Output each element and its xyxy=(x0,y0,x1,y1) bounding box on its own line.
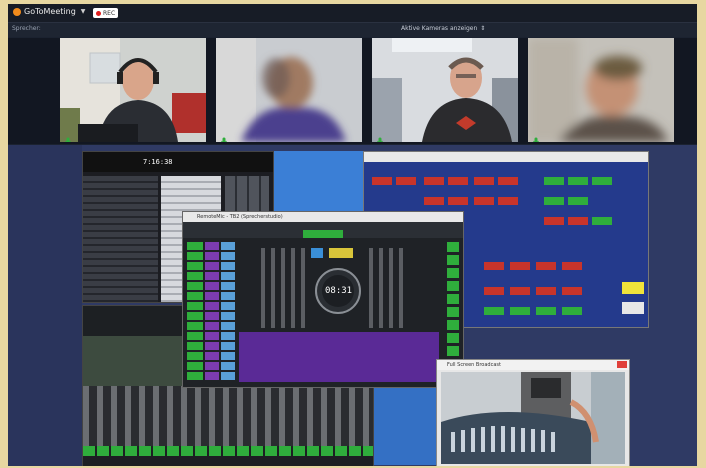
mixer-faders xyxy=(83,386,373,446)
webcam-video xyxy=(216,38,362,142)
recording-badge[interactable]: REC xyxy=(93,8,119,18)
webcam-video xyxy=(60,38,206,142)
remotemic-titlebar: RemoteMic - TB2 (Sprecherstudio) xyxy=(183,212,463,222)
microphone-icon xyxy=(376,130,384,142)
fader-bank xyxy=(369,248,409,328)
chevron-down-icon: ▼ xyxy=(80,8,86,15)
preview-video xyxy=(441,372,625,464)
top-bar: GoToMeeting ▼ REC xyxy=(8,4,697,23)
console-header xyxy=(83,152,273,172)
channel-strip xyxy=(205,242,219,382)
talk-button[interactable] xyxy=(311,248,323,258)
shared-screen[interactable]: 7:16:38 RemoteMic - TB2 (Sprecherstudio)… xyxy=(8,145,697,466)
speaker-bar: Sprecher: Aktive Kameras anzeigen ⇕ xyxy=(8,23,697,37)
webcam-strip xyxy=(8,38,697,144)
webcam-video xyxy=(372,38,518,142)
microphone-icon xyxy=(64,130,72,142)
console-clock: 7:16:38 xyxy=(143,158,173,166)
channel-strip xyxy=(187,242,203,382)
chevron-updown-icon: ⇕ xyxy=(480,25,486,32)
fader-bank xyxy=(261,248,305,328)
remotemic-title: RemoteMic - TB2 (Sprecherstudio) xyxy=(197,214,283,220)
talkback-clock: 08:31 xyxy=(325,286,353,296)
console-keypad xyxy=(225,176,269,216)
microphone-icon xyxy=(532,130,540,142)
microphone-icon xyxy=(220,130,228,142)
preview-title: Full Screen Broadcast xyxy=(447,362,501,368)
app-name: GoToMeeting xyxy=(24,7,76,16)
talk-button[interactable] xyxy=(329,248,353,258)
recording-label: REC xyxy=(103,9,116,17)
camera-select-label: Aktive Kameras anzeigen xyxy=(401,25,478,32)
preview-window[interactable]: Full Screen Broadcast xyxy=(436,359,630,466)
webcam-tile[interactable] xyxy=(216,38,362,142)
desktop-background xyxy=(8,145,82,466)
button-grid-titlebar xyxy=(364,152,648,162)
gotomeeting-logo-icon xyxy=(13,7,21,16)
camera-select[interactable]: Aktive Kameras anzeigen ⇕ xyxy=(401,25,485,32)
message-area xyxy=(239,332,439,382)
speaker-label: Sprecher: xyxy=(12,25,41,32)
mixer-channel-buttons xyxy=(83,446,373,456)
remotemic-window[interactable]: RemoteMic - TB2 (Sprecherstudio) 08:31 xyxy=(182,211,464,388)
app-menu[interactable]: GoToMeeting ▼ xyxy=(13,7,85,16)
record-dot-icon xyxy=(96,10,101,16)
channel-strip xyxy=(221,242,235,382)
app-window: GoToMeeting ▼ REC Sprecher: Aktive Kamer… xyxy=(8,4,697,466)
preview-titlebar: Full Screen Broadcast xyxy=(437,360,629,370)
close-icon[interactable] xyxy=(617,361,627,368)
webcam-tile[interactable] xyxy=(372,38,518,142)
channel-strip xyxy=(447,242,459,362)
console-list xyxy=(83,176,158,302)
webcam-tile[interactable] xyxy=(60,38,206,142)
webcam-video xyxy=(528,38,674,142)
remotemic-status xyxy=(303,230,343,238)
desktop-background xyxy=(272,151,372,211)
webcam-tile[interactable] xyxy=(528,38,674,142)
